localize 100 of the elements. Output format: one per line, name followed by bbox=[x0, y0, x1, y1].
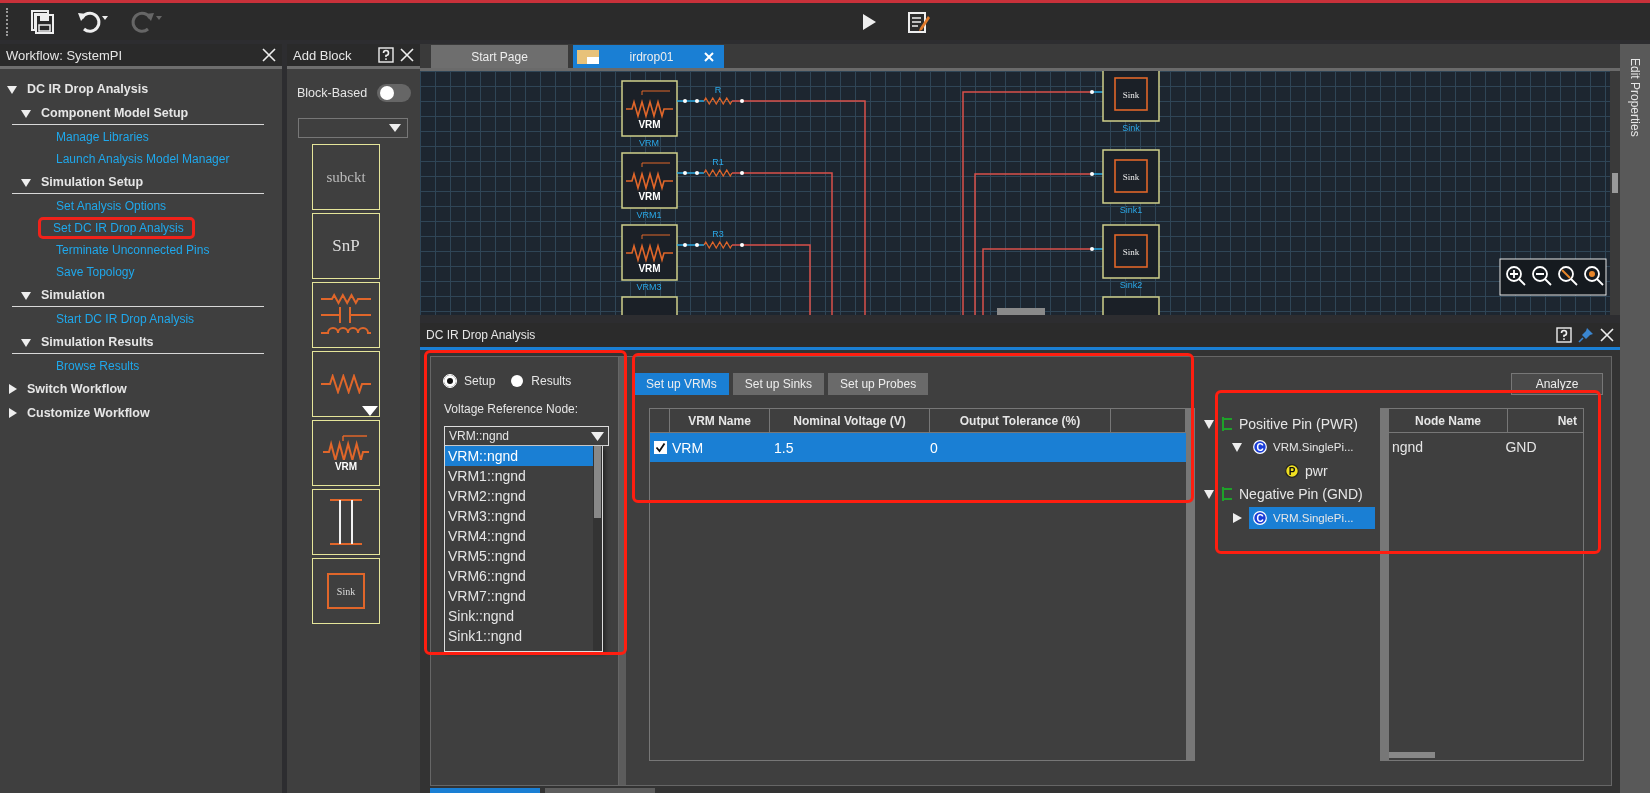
tree-item[interactable]: C VRM.SinglePi... bbox=[1249, 436, 1358, 459]
tree-item[interactable]: Positive Pin (PWR) bbox=[1239, 415, 1359, 432]
close-icon[interactable] bbox=[1600, 328, 1614, 342]
edit-document-icon[interactable] bbox=[907, 9, 931, 34]
tree-item[interactable]: Negative Pin (GND) bbox=[1239, 486, 1363, 503]
table-cell-text: VRM bbox=[671, 439, 705, 456]
expander-icon[interactable] bbox=[1204, 489, 1214, 500]
sink-symbol: Sink bbox=[1102, 149, 1160, 204]
workflow-link[interactable]: Save Topology bbox=[54, 264, 137, 280]
workflow-link[interactable]: Launch Analysis Model Manager bbox=[54, 151, 232, 167]
zoom-in-icon[interactable] bbox=[1506, 266, 1526, 286]
resistor-label: R bbox=[714, 85, 722, 95]
column-header[interactable]: Node Name bbox=[1389, 409, 1508, 432]
tree-item[interactable]: P pwr bbox=[1285, 462, 1328, 479]
close-icon[interactable] bbox=[262, 48, 276, 62]
block-tile[interactable] bbox=[312, 351, 380, 417]
expander-icon[interactable] bbox=[1204, 418, 1214, 429]
dropdown-option[interactable]: VRM4::ngnd bbox=[445, 526, 593, 546]
dropdown-option[interactable]: VRM1::ngnd bbox=[445, 466, 593, 486]
dropdown-option[interactable]: VRM2::ngnd bbox=[445, 486, 593, 506]
side-tab[interactable]: Edit Properties bbox=[1620, 44, 1642, 137]
zoom-out-icon[interactable] bbox=[1532, 266, 1552, 286]
help-icon[interactable] bbox=[378, 47, 394, 63]
block-tile[interactable]: VRM bbox=[312, 420, 380, 486]
radio-button[interactable] bbox=[444, 375, 456, 387]
column-header[interactable]: Nominal Voltage (V) bbox=[770, 409, 930, 432]
table-cell-text: 1.5 bbox=[773, 439, 795, 456]
expander-icon[interactable] bbox=[7, 408, 17, 418]
block-tile[interactable]: subckt bbox=[312, 144, 380, 210]
block-tile[interactable] bbox=[312, 489, 380, 555]
group-heading[interactable]: Simulation Results bbox=[41, 334, 154, 349]
document-tab[interactable]: irdrop01 bbox=[573, 45, 724, 68]
dropdown-option[interactable]: VRM::ngnd bbox=[445, 446, 593, 466]
toggle-switch[interactable] bbox=[377, 84, 412, 102]
scrollbar-thumb[interactable] bbox=[594, 446, 601, 518]
panel-title: Workflow: SystemPI bbox=[6, 47, 124, 63]
workflow-link[interactable]: Browse Results bbox=[54, 358, 142, 374]
expander-icon[interactable] bbox=[21, 107, 31, 118]
zoom-window-icon[interactable] bbox=[1558, 266, 1578, 286]
expander-icon[interactable] bbox=[7, 84, 17, 94]
block-label: Sink bbox=[1122, 123, 1140, 133]
workflow-link[interactable]: Start DC IR Drop Analysis bbox=[54, 311, 197, 327]
block-label: VRM bbox=[639, 138, 659, 148]
block-tile[interactable]: Sink bbox=[312, 558, 380, 624]
radio-label[interactable]: Setup bbox=[464, 374, 496, 388]
workflow-link[interactable]: Manage Libraries bbox=[54, 129, 151, 145]
scrollbar-thumb[interactable] bbox=[997, 308, 1045, 315]
document-tab[interactable]: Start Page bbox=[431, 45, 568, 68]
corner-arrow-icon[interactable] bbox=[362, 406, 378, 416]
group-heading[interactable]: Simulation bbox=[41, 287, 105, 302]
workflow-link[interactable]: Set DC IR Drop Analysis bbox=[51, 220, 186, 236]
section-heading[interactable]: DC IR Drop Analysis bbox=[27, 82, 149, 96]
dropdown-option[interactable]: VRM3::ngnd bbox=[445, 506, 593, 526]
table-row[interactable]: VRM 1.5 0 bbox=[650, 433, 1186, 462]
expander-icon[interactable] bbox=[21, 289, 31, 300]
zoom-fit-icon[interactable] bbox=[1584, 266, 1604, 286]
column-header[interactable]: Output Tolerance (%) bbox=[930, 409, 1111, 432]
block-tile[interactable]: SnP bbox=[312, 213, 380, 279]
section-heading[interactable]: Switch Workflow bbox=[27, 382, 127, 396]
block-label: Sink2 bbox=[1119, 280, 1143, 290]
workflow-link[interactable]: Set Analysis Options bbox=[54, 198, 169, 214]
checkbox[interactable] bbox=[653, 441, 667, 454]
group-heading[interactable]: Component Model Setup bbox=[41, 105, 189, 120]
workflow-link[interactable]: Terminate Unconnected Pins bbox=[54, 242, 212, 258]
subtab[interactable]: Set up Probes bbox=[828, 373, 929, 395]
analyze-button[interactable]: Analyze bbox=[1511, 373, 1603, 395]
section-heading[interactable]: Customize Workflow bbox=[27, 406, 150, 420]
scrollbar-thumb[interactable] bbox=[1612, 173, 1618, 193]
expander-icon[interactable] bbox=[7, 384, 17, 394]
block-label: Sink1 bbox=[1119, 205, 1143, 215]
pin-icon[interactable] bbox=[1578, 327, 1594, 343]
dropdown-option[interactable]: Sink1::ngnd bbox=[445, 626, 593, 646]
expander-icon[interactable] bbox=[21, 336, 31, 347]
expander-icon[interactable] bbox=[1232, 442, 1242, 453]
pin-badge-icon: P bbox=[1285, 463, 1299, 478]
save-icon[interactable] bbox=[30, 8, 56, 35]
subtab[interactable]: Set up VRMs bbox=[634, 373, 729, 395]
scrollbar-thumb[interactable] bbox=[1389, 752, 1435, 758]
expander-icon[interactable] bbox=[1232, 512, 1242, 523]
bracket-icon bbox=[1221, 416, 1233, 431]
dropdown[interactable] bbox=[298, 118, 408, 138]
dropdown[interactable]: VRM::ngnd bbox=[444, 426, 609, 446]
play-icon[interactable] bbox=[861, 12, 877, 31]
subtab[interactable]: Set up Sinks bbox=[732, 373, 825, 395]
block-tile[interactable] bbox=[312, 282, 380, 348]
column-header[interactable]: VRM Name bbox=[670, 409, 770, 432]
wire bbox=[676, 171, 705, 175]
window-icon bbox=[577, 49, 599, 64]
column-header[interactable]: Net bbox=[1508, 409, 1583, 432]
radio-button[interactable] bbox=[511, 375, 524, 387]
group-heading[interactable]: Simulation Setup bbox=[41, 174, 144, 189]
close-icon[interactable] bbox=[400, 48, 414, 62]
dropdown-option[interactable]: Sink::ngnd bbox=[445, 606, 593, 626]
dropdown-option[interactable]: VRM6::ngnd bbox=[445, 566, 593, 586]
dropdown-option[interactable]: VRM5::ngnd bbox=[445, 546, 593, 566]
expander-icon[interactable] bbox=[21, 176, 31, 187]
tree-item[interactable]: C VRM.SinglePi... bbox=[1249, 506, 1375, 529]
dropdown-option[interactable]: VRM7::ngnd bbox=[445, 586, 593, 606]
help-icon[interactable] bbox=[1556, 327, 1572, 343]
radio-label[interactable]: Results bbox=[531, 374, 572, 388]
